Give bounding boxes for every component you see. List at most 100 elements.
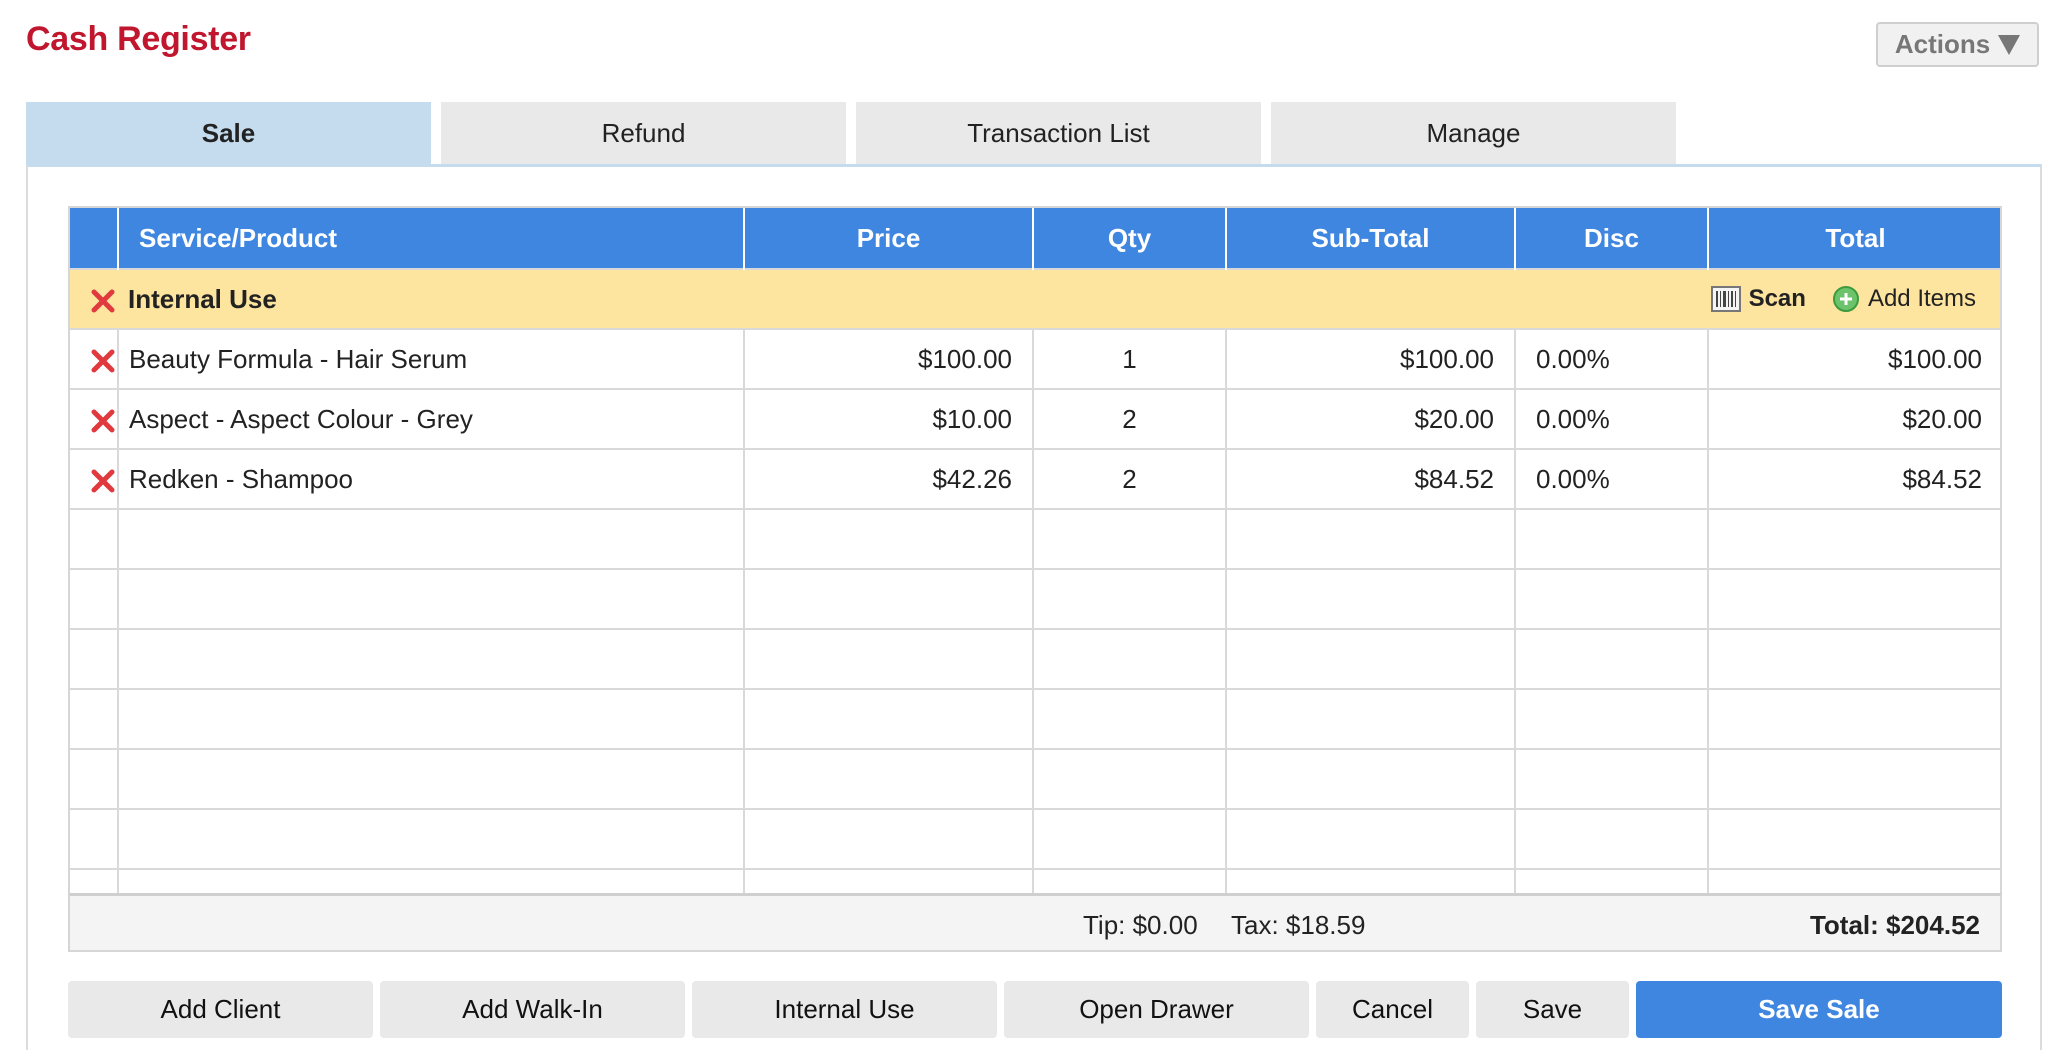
empty-cell	[1033, 688, 1227, 749]
empty-cell	[1033, 508, 1227, 569]
empty-cell	[744, 628, 1034, 689]
empty-cell	[1708, 628, 2000, 689]
add-client-button[interactable]: Add Client	[68, 981, 373, 1038]
item-disc[interactable]: 0.00%	[1515, 388, 1709, 449]
empty-cell	[1515, 688, 1709, 749]
empty-cell	[744, 688, 1034, 749]
table-row[interactable]: Redken - Shampoo $42.26 2 $84.52 0.00% $84.52	[70, 448, 2000, 509]
item-subtotal: $84.52	[1226, 448, 1516, 509]
tab-manage[interactable]: Manage	[1271, 102, 1676, 164]
x-mark-icon[interactable]	[90, 468, 116, 494]
x-mark-icon[interactable]	[90, 348, 116, 374]
empty-cell	[1226, 748, 1516, 809]
actions-label: Actions	[1894, 29, 1991, 59]
open-drawer-button[interactable]: Open Drawer	[1004, 981, 1309, 1038]
internal-use-button[interactable]: Internal Use	[692, 981, 997, 1038]
empty-cell	[1515, 508, 1709, 569]
empty-cell	[1515, 628, 1709, 689]
item-disc[interactable]: 0.00%	[1515, 328, 1709, 389]
column-header-qty[interactable]: Qty	[1033, 208, 1227, 269]
empty-cell	[70, 628, 119, 689]
empty-cell	[744, 808, 1034, 869]
empty-cell	[1226, 808, 1516, 869]
empty-cell	[1226, 508, 1516, 569]
empty-cell	[118, 568, 745, 629]
item-disc[interactable]: 0.00%	[1515, 448, 1709, 509]
item-total: $100.00	[1708, 328, 2000, 389]
empty-cell	[1515, 748, 1709, 809]
item-name[interactable]: Aspect - Aspect Colour - Grey	[118, 388, 745, 449]
column-header-total[interactable]: Total	[1708, 208, 2000, 269]
grand-total: Total: $204.52	[1809, 910, 1980, 940]
item-price[interactable]: $42.26	[744, 448, 1034, 509]
item-price[interactable]: $10.00	[744, 388, 1034, 449]
empty-cell	[1033, 568, 1227, 629]
empty-cell	[118, 688, 745, 749]
table-row[interactable]: Aspect - Aspect Colour - Grey $10.00 2 $20.…	[70, 388, 2000, 449]
table-row[interactable]: Beauty Formula - Hair Serum $100.00 1 $100.…	[70, 328, 2000, 389]
sale-items-grid: Service/Product Price Qty Sub-Total Disc…	[68, 206, 2002, 952]
empty-row	[70, 688, 2000, 749]
actions-dropdown-button[interactable]: Actions	[1876, 22, 2039, 67]
delete-item-cell[interactable]	[70, 388, 119, 449]
delete-item-cell[interactable]	[70, 328, 119, 389]
item-name[interactable]: Redken - Shampoo	[118, 448, 745, 509]
empty-row	[70, 508, 2000, 569]
empty-cell	[744, 508, 1034, 569]
x-mark-icon[interactable]	[90, 408, 116, 434]
triangle-down-icon	[1998, 34, 2021, 55]
empty-cell	[118, 808, 745, 869]
delete-group-cell[interactable]	[70, 268, 118, 329]
tab-sale[interactable]: Sale	[26, 102, 431, 164]
add-items-button[interactable]: Add Items	[1832, 285, 1976, 313]
item-qty[interactable]: 1	[1033, 328, 1227, 389]
item-qty[interactable]: 2	[1033, 448, 1227, 509]
empty-cell	[70, 808, 119, 869]
item-qty[interactable]: 2	[1033, 388, 1227, 449]
totals-bar: Tip: $0.00 Tax: $18.59 Total: $204.52	[68, 893, 2002, 952]
item-name[interactable]: Beauty Formula - Hair Serum	[118, 328, 745, 389]
empty-cell	[1033, 748, 1227, 809]
column-header-disc[interactable]: Disc	[1515, 208, 1709, 269]
item-total: $20.00	[1708, 388, 2000, 449]
item-subtotal: $20.00	[1226, 388, 1516, 449]
column-header-actions	[70, 208, 119, 269]
x-mark-icon[interactable]	[90, 288, 116, 314]
tab-refund[interactable]: Refund	[441, 102, 846, 164]
column-header-price[interactable]: Price	[744, 208, 1034, 269]
empty-cell	[1708, 508, 2000, 569]
column-header-sub-total[interactable]: Sub-Total	[1226, 208, 1516, 269]
empty-cell	[1708, 568, 2000, 629]
tip-amount[interactable]: Tip: $0.00	[1083, 910, 1198, 941]
empty-cell	[1708, 688, 2000, 749]
delete-item-cell[interactable]	[70, 448, 119, 509]
empty-cell	[1515, 568, 1709, 629]
empty-cell	[744, 748, 1034, 809]
cancel-button[interactable]: Cancel	[1316, 981, 1469, 1038]
add-walk-in-button[interactable]: Add Walk-In	[380, 981, 685, 1038]
empty-cell	[70, 568, 119, 629]
empty-cell	[1515, 808, 1709, 869]
save-button[interactable]: Save	[1476, 981, 1629, 1038]
plus-circle-icon	[1832, 286, 1859, 312]
empty-row	[70, 748, 2000, 809]
group-tools-cell: Scan Add Items	[1515, 268, 2000, 329]
column-header-service-product[interactable]: Service/Product	[118, 208, 745, 269]
empty-cell	[1708, 808, 2000, 869]
tab-transaction-list[interactable]: Transaction List	[856, 102, 1261, 164]
tax-amount: Tax: $18.59	[1231, 910, 1366, 940]
empty-cell	[70, 688, 119, 749]
empty-row	[70, 568, 2000, 629]
empty-cell	[1226, 628, 1516, 689]
empty-cell	[1033, 628, 1227, 689]
empty-cell	[70, 508, 119, 569]
empty-cell	[70, 748, 119, 809]
empty-cell	[118, 748, 745, 809]
empty-cell	[1226, 568, 1516, 629]
empty-cell	[118, 508, 745, 569]
item-price[interactable]: $100.00	[744, 328, 1034, 389]
scan-button[interactable]: Scan	[1710, 285, 1806, 313]
empty-row	[70, 628, 2000, 689]
save-sale-button[interactable]: Save Sale	[1636, 981, 2002, 1038]
barcode-icon	[1710, 286, 1741, 312]
